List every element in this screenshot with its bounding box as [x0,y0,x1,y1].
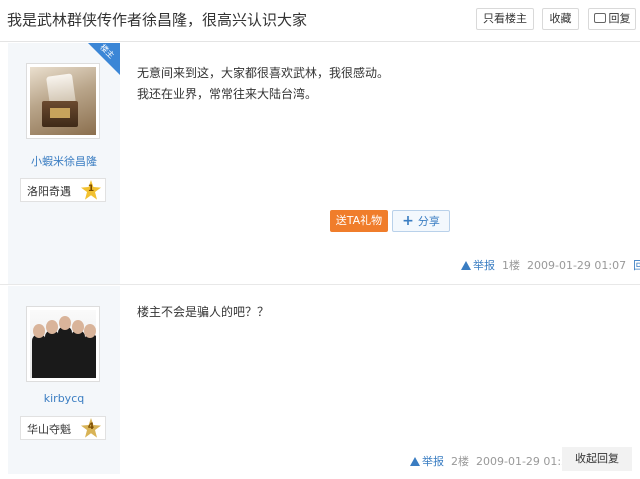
warning-icon [410,457,420,466]
thread-header: 我是武林群侠传作者徐昌隆，很高兴认识大家 只看楼主 收藏 回复 [0,0,640,42]
username-link[interactable]: kirbycq [0,392,128,405]
send-gift-button[interactable]: 送TA礼物 [330,210,388,232]
share-button[interactable]: + 分享 [392,210,450,232]
thread-title: 我是武林群侠传作者徐昌隆，很高兴认识大家 [7,11,308,29]
floor-number: 1楼 [502,259,520,272]
report-label: 举报 [473,259,495,272]
only-op-button[interactable]: 只看楼主 [476,8,534,30]
plus-icon: + [402,213,414,229]
avatar-image [30,310,96,378]
post-time: 2009-01-29 01:07 [527,259,627,272]
username-link[interactable]: 小蝦米徐昌隆 [0,153,128,169]
reply-button[interactable]: 回复 [588,8,636,30]
comment-icon [593,13,606,23]
post-floor-1: 楼主 小蝦米徐昌隆 洛阳奇遇 1 无意间来到这，大家都很喜欢武林，我很感动。 我… [0,43,640,285]
reply-button-label: 回复 [608,12,631,25]
avatar-image [30,67,96,135]
floor-number: 2楼 [451,455,469,468]
share-label: 分享 [417,215,440,228]
collapse-replies-button[interactable]: 收起回复 [562,447,632,471]
post-content: 楼主不会是骗人的吧？？ [137,302,269,323]
post-line: 我还在业界，常常往来大陆台湾。 [137,87,318,101]
post-line: 楼主不会是骗人的吧？？ [137,305,270,319]
report-label: 举报 [422,455,444,468]
post-line: 无意间来到这，大家都很喜欢武林，我很感动。 [137,66,390,80]
level-number: 1 [87,184,95,194]
avatar[interactable] [26,306,100,382]
avatar[interactable] [26,63,100,139]
post-time: 2009-01-29 01:27 [476,455,576,468]
report-link[interactable]: 举报 [410,455,444,468]
post-footer: 举报 2楼 2009-01-29 01:27 [410,453,575,469]
user-title: 洛阳奇遇 [27,185,71,198]
level-number: 4 [87,422,95,432]
post-divider [0,284,640,285]
floor-reply-link[interactable]: 回复 [633,259,640,272]
user-title: 华山夺魁 [27,423,71,436]
user-title-badge: 华山夺魁 4 [20,416,106,440]
favorite-button[interactable]: 收藏 [542,8,579,30]
warning-icon [461,261,471,270]
post-content: 无意间来到这，大家都很喜欢武林，我很感动。 我还在业界，常常往来大陆台湾。 [137,63,389,105]
user-title-badge: 洛阳奇遇 1 [20,178,106,202]
post-floor-2: kirbycq 华山夺魁 4 楼主不会是骗人的吧？？ 举报 2楼 2009-01… [0,286,640,479]
report-link[interactable]: 举报 [461,259,495,272]
post-footer: 举报 1楼 2009-01-29 01:07 回复 [461,257,640,273]
